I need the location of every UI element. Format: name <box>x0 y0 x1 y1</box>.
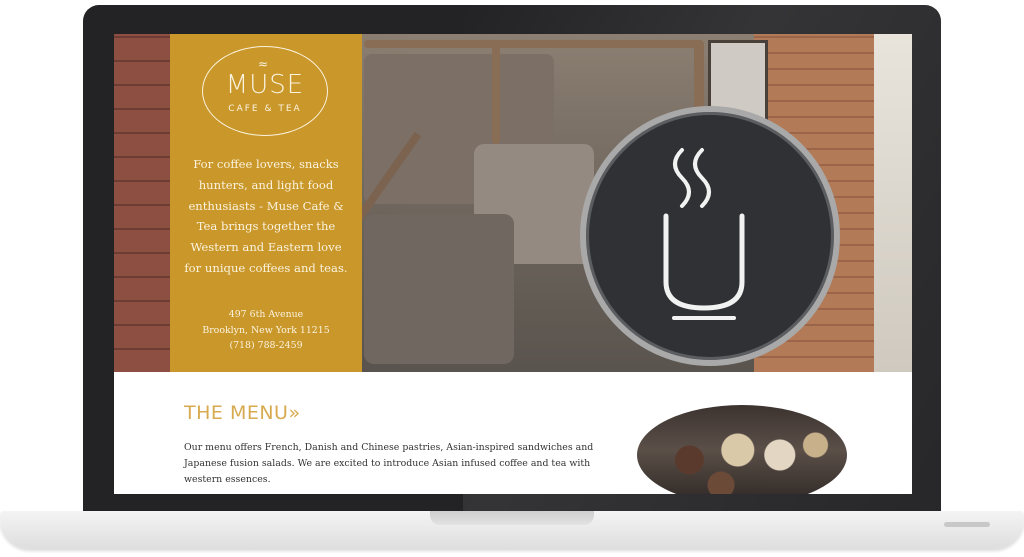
hero-photo-sky <box>874 34 912 372</box>
hero-photo-brick-wall <box>114 34 170 372</box>
cafe-address: 497 6th Avenue Brooklyn, New York 11215 … <box>180 307 352 354</box>
menu-heading-link[interactable]: THE MENU» <box>184 402 301 424</box>
laptop-notch <box>430 511 594 525</box>
phone-number[interactable]: (718) 788-2459 <box>180 338 352 354</box>
hero-photo-pipe <box>364 40 704 48</box>
pastry-display-image <box>637 405 847 494</box>
address-street: 497 6th Avenue <box>228 309 304 320</box>
cafe-info-panel: ≈ MUSE CAFE & TEA For coffee lovers, sna… <box>170 34 362 372</box>
website-screen: ≈ MUSE CAFE & TEA For coffee lovers, sna… <box>114 34 912 494</box>
cafe-tagline: For coffee lovers, snacks hunters, and l… <box>184 157 348 275</box>
hero-section: ≈ MUSE CAFE & TEA For coffee lovers, sna… <box>114 34 912 372</box>
address-city: Brooklyn, New York 11215 <box>202 324 330 336</box>
logo-steam-icon: ≈ <box>258 57 269 71</box>
muse-logo[interactable]: ≈ MUSE CAFE & TEA <box>202 46 328 136</box>
logo-title: MUSE <box>225 70 305 100</box>
cafe-sign-cup-icon <box>580 106 840 366</box>
hero-photo-stone <box>364 214 514 364</box>
logo-subtitle: CAFE & TEA <box>228 104 302 114</box>
laptop-indicator <box>944 522 990 527</box>
menu-description: Our menu offers French, Danish and Chine… <box>184 442 594 485</box>
hero-photo-pipe <box>492 44 500 144</box>
